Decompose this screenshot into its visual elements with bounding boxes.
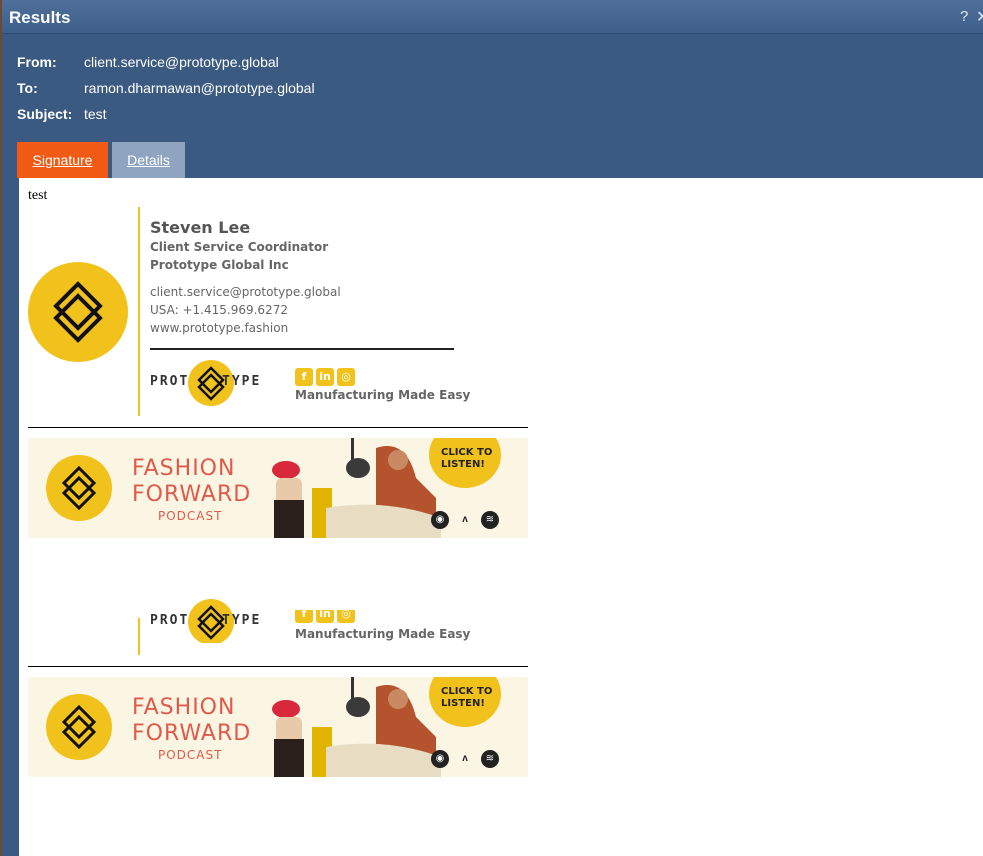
signature-email[interactable]: client.service@prototype.global bbox=[150, 285, 341, 299]
wordmark-left-text: PROT bbox=[150, 374, 190, 389]
from-label: From: bbox=[17, 54, 57, 70]
prototype-wordmark: PROT TYPE bbox=[150, 358, 272, 408]
signature-name: Steven Lee bbox=[150, 218, 251, 237]
linkedin-icon[interactable]: in bbox=[316, 368, 334, 386]
to-value: ramon.dharmawan@prototype.global bbox=[84, 80, 315, 96]
dialog-title: Results bbox=[9, 8, 71, 27]
banner-title-line2: FORWARD bbox=[132, 482, 252, 507]
from-row: From: client.service@prototype.global bbox=[17, 54, 279, 70]
cta-text[interactable]: CLICK TO LISTEN! bbox=[441, 447, 492, 471]
from-value: client.service@prototype.global bbox=[84, 54, 279, 70]
banner-collage-image bbox=[266, 677, 441, 777]
signature-separator bbox=[28, 427, 528, 428]
banner-title-line1: FASHION bbox=[132, 695, 236, 720]
podcast-banner-2[interactable]: FASHION FORWARD PODCAST CLICK TO LISTEN! bbox=[28, 677, 528, 777]
title-bar: Results ? ✕ bbox=[2, 0, 983, 34]
podcast-platforms: ◉ ʌ ≋ bbox=[431, 511, 499, 529]
banner-title-line2: FORWARD bbox=[132, 721, 252, 746]
help-button[interactable]: ? bbox=[960, 8, 968, 25]
cta-line1: CLICK TO bbox=[441, 686, 493, 697]
tab-details[interactable]: Details bbox=[112, 142, 185, 178]
instagram-icon[interactable]: ◎ bbox=[337, 610, 355, 623]
signature-phone: USA: +1.415.969.6272 bbox=[150, 303, 288, 317]
cta-text[interactable]: CLICK TO LISTEN! bbox=[441, 686, 492, 710]
signature-job-title: Client Service Coordinator bbox=[150, 240, 329, 254]
anchor-icon[interactable]: ʌ bbox=[456, 511, 474, 529]
apple-podcasts-icon[interactable]: ◉ bbox=[431, 750, 449, 768]
facebook-icon[interactable]: f bbox=[295, 368, 313, 386]
signature-accent-bar-2 bbox=[138, 618, 140, 655]
podcast-platforms: ◉ ʌ ≋ bbox=[431, 750, 499, 768]
signature-website[interactable]: www.prototype.fashion bbox=[150, 321, 288, 335]
spotify-icon[interactable]: ≋ bbox=[481, 511, 499, 529]
signature-accent-bar bbox=[138, 207, 140, 416]
social-links-2: f in ◎ bbox=[295, 610, 355, 624]
apple-podcasts-icon[interactable]: ◉ bbox=[431, 511, 449, 529]
prototype-wordmark-2: PROT TYPE bbox=[150, 597, 272, 643]
banner-collage-image bbox=[266, 438, 441, 538]
spotify-icon[interactable]: ≋ bbox=[481, 750, 499, 768]
prototype-logo-icon bbox=[28, 262, 128, 362]
banner-title-line3: PODCAST bbox=[158, 509, 223, 523]
results-dialog: Results ? ✕ From: client.service@prototyp… bbox=[2, 0, 983, 856]
signature-divider bbox=[150, 348, 454, 350]
instagram-icon[interactable]: ◎ bbox=[337, 368, 355, 386]
signature-tagline-2: Manufacturing Made Easy bbox=[295, 627, 471, 641]
subject-value: test bbox=[84, 106, 107, 122]
tab-signature[interactable]: Signature bbox=[17, 142, 108, 178]
cta-line2: LISTEN! bbox=[441, 459, 485, 470]
to-row: To: ramon.dharmawan@prototype.global bbox=[17, 80, 315, 96]
banner-logo-icon bbox=[46, 694, 112, 760]
cta-line2: LISTEN! bbox=[441, 698, 485, 709]
cta-line1: CLICK TO bbox=[441, 447, 493, 458]
to-label: To: bbox=[17, 80, 38, 96]
banner-logo-icon bbox=[46, 455, 112, 521]
banner-title-line3: PODCAST bbox=[158, 748, 223, 762]
wordmark-right-text: TYPE bbox=[222, 374, 262, 389]
preview-pane[interactable]: test Steven Lee Client Service Coordinat… bbox=[19, 178, 983, 856]
banner-title-line1: FASHION bbox=[132, 456, 236, 481]
linkedin-icon[interactable]: in bbox=[316, 610, 334, 623]
message-body: test bbox=[28, 188, 48, 203]
facebook-icon[interactable]: f bbox=[295, 610, 313, 623]
close-button[interactable]: ✕ bbox=[976, 7, 983, 27]
wordmark-right-text-2: TYPE bbox=[222, 613, 262, 628]
signature-company: Prototype Global Inc bbox=[150, 258, 289, 272]
signature-tagline: Manufacturing Made Easy bbox=[295, 388, 471, 402]
wordmark-left-text-2: PROT bbox=[150, 613, 190, 628]
social-links: f in ◎ bbox=[295, 368, 355, 386]
subject-label: Subject: bbox=[17, 106, 73, 122]
podcast-banner[interactable]: FASHION FORWARD PODCAST CLICK TO LISTEN! bbox=[28, 438, 528, 538]
anchor-icon[interactable]: ʌ bbox=[456, 750, 474, 768]
subject-row: Subject: test bbox=[17, 106, 107, 122]
signature-separator-2 bbox=[28, 666, 528, 667]
